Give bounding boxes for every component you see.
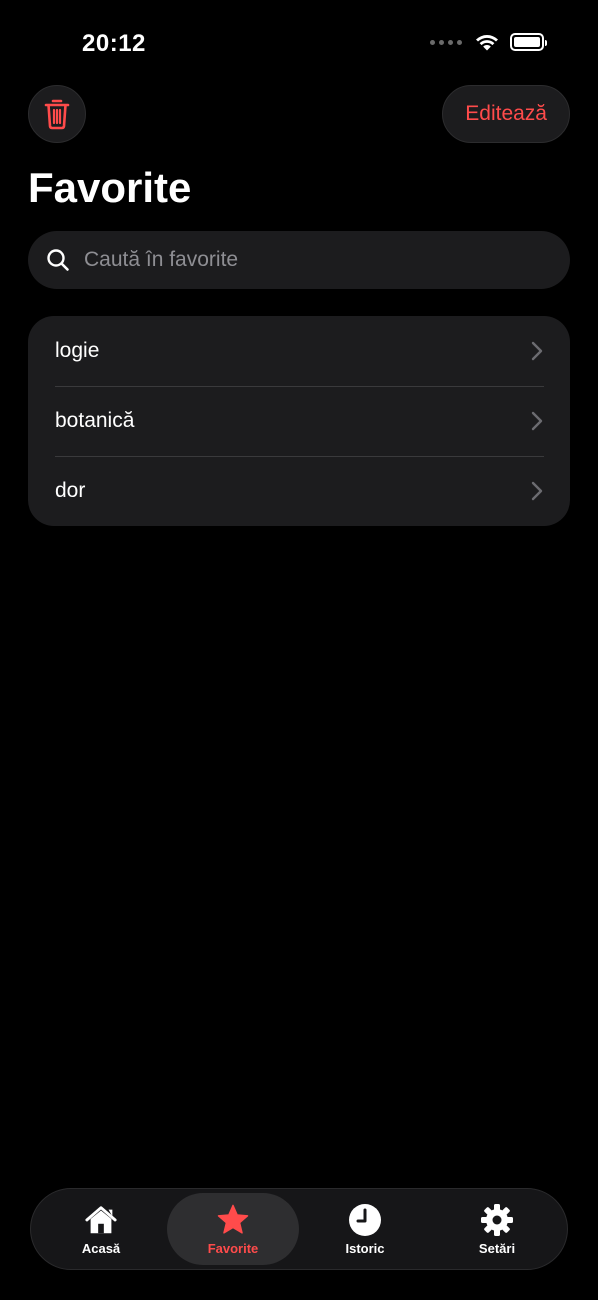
search-icon: [46, 248, 70, 272]
favorites-list: logie botanică dor: [28, 316, 570, 526]
tab-settings[interactable]: Setări: [431, 1193, 563, 1265]
edit-button[interactable]: Editează: [442, 85, 570, 143]
chevron-right-icon: [530, 481, 544, 501]
chevron-right-icon: [530, 411, 544, 431]
trash-icon: [44, 99, 70, 130]
tab-history[interactable]: Istoric: [299, 1193, 431, 1265]
tab-label: Acasă: [81, 1240, 121, 1256]
list-item[interactable]: botanică: [28, 386, 570, 456]
search-input[interactable]: [82, 247, 570, 273]
wifi-icon: [476, 35, 498, 51]
chevron-right-icon: [530, 341, 544, 361]
house-icon: [84, 1203, 118, 1237]
favorites-screen: 20:12 Editează Favorite Caută în favorit…: [0, 0, 598, 1300]
clock-icon: [348, 1203, 382, 1237]
star-icon: [216, 1203, 250, 1237]
delete-button[interactable]: [28, 85, 86, 143]
list-item[interactable]: logie: [28, 316, 570, 386]
list-item-label: logie: [55, 339, 100, 362]
status-time: 20:12: [82, 30, 146, 57]
list-item-label: botanică: [55, 409, 135, 432]
list-item[interactable]: dor: [28, 456, 570, 526]
tab-label: Istoric: [345, 1240, 385, 1256]
tab-home[interactable]: Acasă: [35, 1193, 167, 1265]
tab-label: Favorite: [207, 1240, 259, 1256]
tab-favorites[interactable]: Favorite: [167, 1193, 299, 1265]
page-title: Favorite: [28, 164, 192, 211]
search-bar[interactable]: [28, 231, 570, 289]
gear-icon: [480, 1203, 514, 1237]
cellular-signal-icon: [430, 39, 462, 45]
tab-bar: Acasă Favorite Istoric Setări: [30, 1188, 568, 1270]
status-indicators: [430, 32, 547, 52]
tab-label: Setări: [478, 1240, 516, 1256]
list-item-label: dor: [55, 479, 86, 502]
battery-icon: [510, 33, 547, 51]
